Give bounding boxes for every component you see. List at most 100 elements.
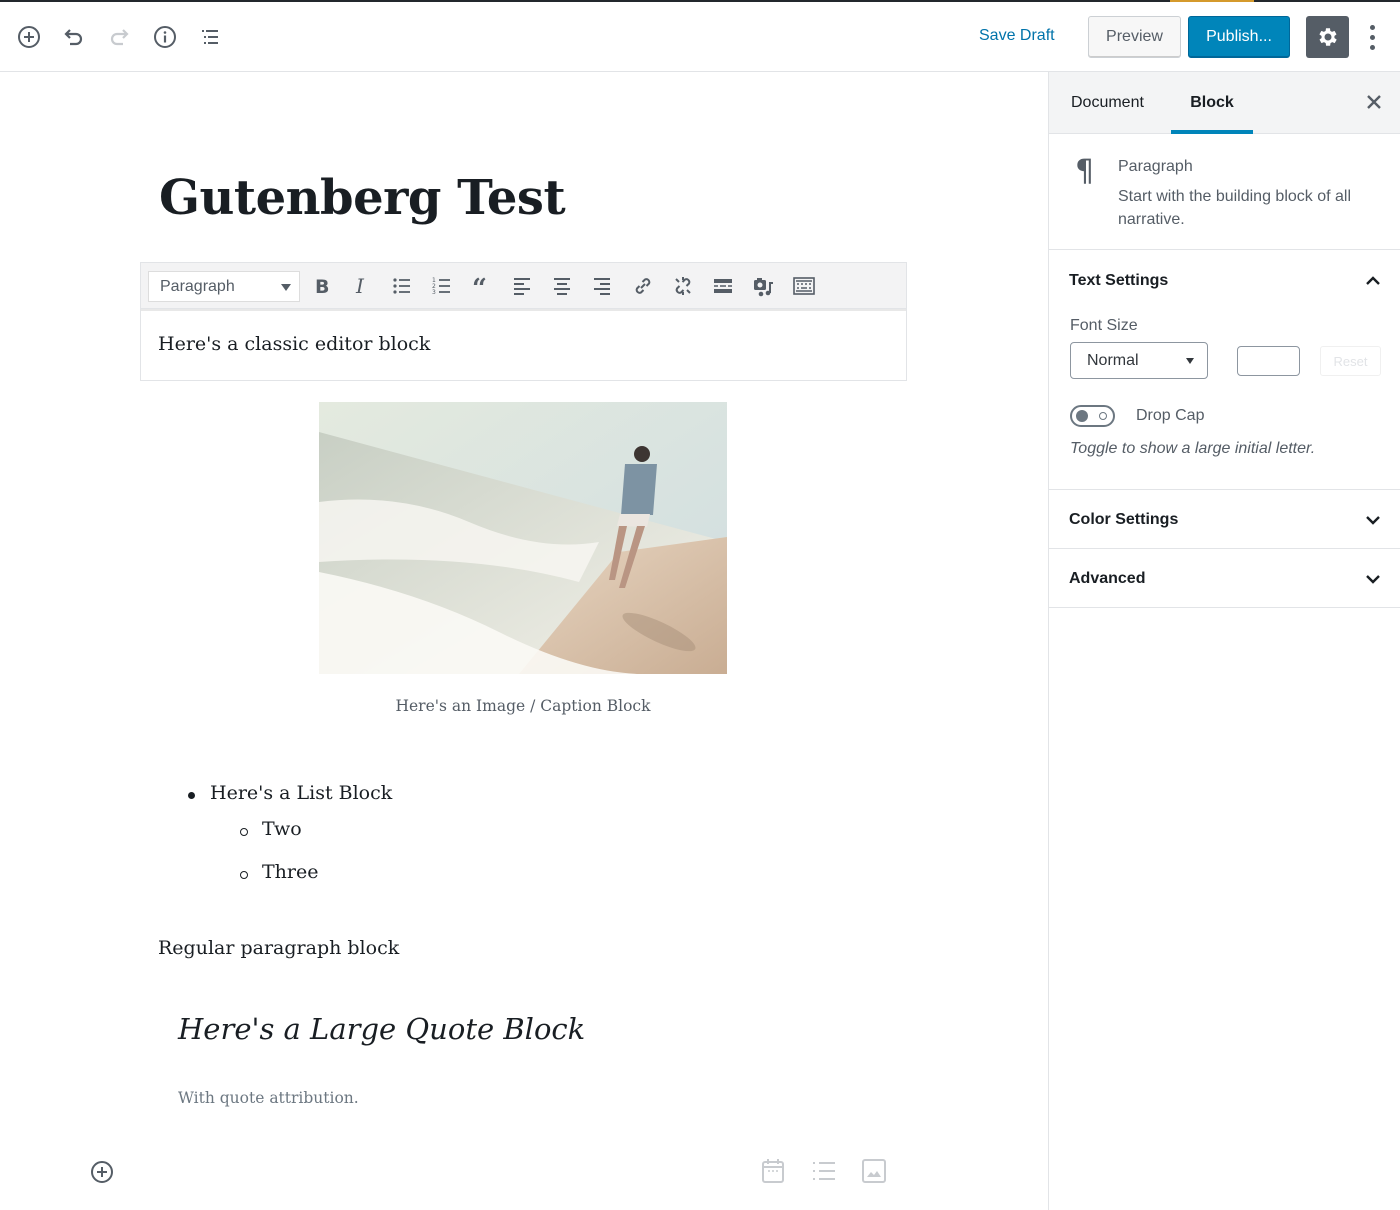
add-block-button[interactable]: [16, 24, 42, 50]
align-left-button[interactable]: [509, 273, 535, 299]
read-more-button[interactable]: [710, 273, 736, 299]
align-center-button[interactable]: [549, 273, 575, 299]
classic-toolbar: Paragraph B I 123 “: [141, 263, 906, 309]
media-icon: [754, 278, 773, 297]
color-settings-toggle[interactable]: Color Settings: [1069, 511, 1178, 529]
svg-text:B: B: [315, 276, 329, 297]
reset-font-size-button[interactable]: Reset: [1320, 346, 1381, 376]
classic-block-content[interactable]: Here's a classic editor block: [158, 333, 430, 355]
text-settings-toggle[interactable]: Text Settings: [1069, 272, 1168, 290]
remove-link-button[interactable]: [670, 273, 696, 299]
chevron-down-icon[interactable]: [1364, 573, 1382, 585]
vertical-ellipsis-icon: [1369, 24, 1375, 30]
more-menu-button[interactable]: [1362, 22, 1382, 52]
advanced-toggle[interactable]: Advanced: [1069, 570, 1145, 588]
redo-button[interactable]: [106, 24, 132, 50]
image-caption[interactable]: Here's an Image / Caption Block: [0, 697, 1046, 715]
image-icon: [862, 1159, 886, 1183]
plus-circle-icon: [18, 26, 40, 48]
list-item[interactable]: Here's a List Block: [185, 782, 392, 812]
list-item[interactable]: Three: [185, 861, 392, 891]
read-more-icon: [714, 279, 732, 293]
svg-text:3: 3: [432, 289, 436, 296]
list-outline-icon: [202, 30, 218, 44]
block-card-title: Paragraph: [1118, 158, 1193, 175]
calendar-icon: [762, 1159, 784, 1183]
insert-list-button[interactable]: [811, 1158, 837, 1184]
drop-cap-label: Drop Cap: [1136, 407, 1205, 424]
list-icon: [813, 1162, 835, 1180]
classic-editor-block[interactable]: Paragraph B I 123 “ Here's a classic edi…: [140, 262, 907, 381]
ellipsis-dot: [1369, 44, 1375, 50]
tab-block[interactable]: Block: [1171, 72, 1253, 134]
blockquote-button[interactable]: “: [469, 273, 495, 299]
save-draft-button[interactable]: Save Draft: [979, 27, 1055, 45]
block-card-description: Start with the building block of all nar…: [1118, 188, 1352, 228]
undo-icon: [64, 29, 83, 46]
bold-icon: B: [315, 276, 329, 297]
insert-image-button[interactable]: [861, 1158, 887, 1184]
preview-button[interactable]: Preview: [1088, 16, 1181, 58]
block-navigation-button[interactable]: [197, 24, 223, 50]
toolbar-toggle-button[interactable]: [791, 273, 817, 299]
bulleted-list-icon: [393, 278, 410, 294]
settings-button[interactable]: [1306, 16, 1349, 58]
insert-link-button[interactable]: [630, 273, 656, 299]
italic-icon: I: [355, 275, 365, 297]
chevron-down-icon[interactable]: [1364, 514, 1382, 526]
beach-photo: [319, 402, 727, 674]
content-info-button[interactable]: [152, 24, 178, 50]
align-right-button[interactable]: [589, 273, 615, 299]
list-block[interactable]: Here's a List Block Two Three: [185, 782, 392, 891]
quote-citation[interactable]: With quote attribution.: [178, 1089, 359, 1107]
toggle-knob: [1076, 410, 1088, 422]
list-item[interactable]: Two: [185, 818, 392, 854]
bulleted-list-button[interactable]: [389, 273, 415, 299]
numbered-list-button[interactable]: 123: [429, 273, 455, 299]
gear-icon: [1318, 28, 1337, 46]
image-block[interactable]: [319, 402, 727, 674]
unlink-icon: [675, 277, 691, 295]
toggle-off-indicator: [1099, 412, 1107, 420]
plus-circle-icon: [91, 1161, 113, 1183]
bottom-add-block-button[interactable]: [90, 1160, 114, 1184]
drop-cap-toggle[interactable]: [1070, 405, 1115, 427]
info-icon: [154, 26, 176, 48]
ellipsis-dot: [1369, 34, 1375, 40]
bold-button[interactable]: B: [309, 273, 335, 299]
custom-font-size-input[interactable]: [1237, 346, 1300, 376]
advanced-panel: Advanced: [1049, 549, 1400, 608]
close-sidebar-button[interactable]: [1364, 92, 1384, 112]
font-size-label: Font Size: [1070, 317, 1138, 334]
redo-icon: [110, 29, 129, 46]
svg-text:“: “: [472, 275, 487, 297]
italic-button[interactable]: I: [349, 273, 375, 299]
keyboard-icon: [793, 277, 815, 295]
align-right-icon: [594, 278, 610, 295]
format-select[interactable]: Paragraph: [148, 271, 300, 302]
align-left-icon: [514, 278, 530, 295]
quote-icon: “: [472, 275, 487, 297]
insert-calendar-button[interactable]: [760, 1158, 786, 1184]
link-icon: [635, 278, 651, 294]
publish-button[interactable]: Publish...: [1188, 16, 1290, 58]
list-item-text: Three: [262, 861, 319, 883]
paragraph-block[interactable]: Regular paragraph block: [158, 937, 399, 959]
bullet-circle: [240, 871, 248, 879]
editor-canvas: Gutenberg Test Paragraph B I 123 “ Here'…: [0, 72, 1048, 1210]
align-center-icon: [554, 278, 570, 295]
bullet-disc: [188, 792, 195, 799]
undo-button[interactable]: [61, 24, 87, 50]
font-size-select[interactable]: Normal: [1070, 342, 1208, 379]
tab-document[interactable]: Document: [1071, 72, 1144, 134]
svg-text:I: I: [355, 275, 365, 297]
color-settings-panel: Color Settings: [1049, 490, 1400, 549]
settings-sidebar: Document Block ¶ Paragraph Start with th…: [1048, 72, 1400, 1210]
sidebar-tabs: Document Block: [1049, 72, 1400, 134]
numbered-list-icon: 123: [432, 277, 450, 296]
quote-text[interactable]: Here's a Large Quote Block: [178, 1012, 585, 1046]
font-size-value: Normal: [1087, 352, 1139, 369]
chevron-up-icon[interactable]: [1364, 275, 1382, 287]
add-media-button[interactable]: [751, 273, 777, 299]
post-title[interactable]: Gutenberg Test: [159, 170, 566, 226]
